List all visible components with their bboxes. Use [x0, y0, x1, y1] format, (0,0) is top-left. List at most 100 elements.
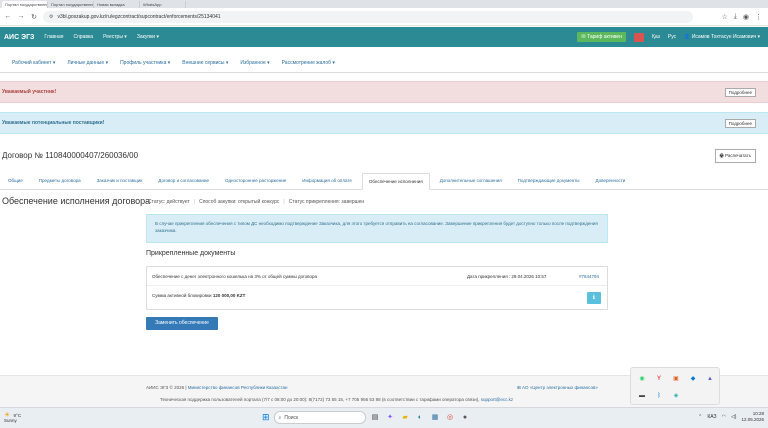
teams-icon[interactable]: ▲: [702, 371, 718, 387]
docs-title: Прикрепленные документы: [146, 250, 236, 257]
taskbar-search[interactable]: ⌕ Поиск: [273, 411, 366, 424]
location-icon[interactable]: ◆: [685, 371, 701, 387]
print-label: Распечатать: [725, 153, 751, 158]
lang-rus[interactable]: Рус: [668, 34, 676, 40]
doc-row: Обеспечение с денег электронного кошельк…: [147, 267, 607, 286]
taskbar: ☀ 9°C Sunny ⊞ ⌕ Поиск ▤ ✦ ▰ ◐ ▦ ◎ ● ⌃ КА…: [0, 407, 768, 428]
yandex-icon[interactable]: Y: [651, 371, 667, 387]
app-icon[interactable]: ●: [460, 412, 471, 423]
status-text: Статус: действует: [148, 199, 190, 205]
volume-icon[interactable]: ◁): [731, 414, 737, 420]
suppliers-alert: Уважаемые потенциальные поставщики! Подр…: [0, 112, 768, 134]
submenu-external-services[interactable]: Внешние сервисы ▾: [182, 60, 228, 66]
browser-tab[interactable]: Новая вкладка: [94, 1, 140, 8]
site-info-icon[interactable]: ⚙: [49, 14, 53, 20]
tab-general[interactable]: Общие: [2, 173, 29, 189]
more-button[interactable]: Подробнее: [724, 119, 756, 128]
document-icon[interactable]: ▣: [668, 371, 684, 387]
tab-supporting-docs[interactable]: Подтверждающие документы: [512, 173, 586, 189]
tariff-label: Тариф активен: [587, 34, 622, 40]
purchase-method: Способ закупки: открытый конкурс: [199, 199, 280, 205]
ministry-link[interactable]: Министерство финансов Республики Казахст…: [188, 385, 288, 390]
submenu-personal-data[interactable]: Личные данные ▾: [67, 60, 108, 66]
task-view-icon[interactable]: ▤: [370, 412, 381, 423]
app-logo[interactable]: АИС ЭГЗ: [4, 34, 34, 41]
copilot-icon[interactable]: ✦: [385, 412, 396, 423]
doc-link[interactable]: #7844794: [579, 274, 599, 279]
store-icon[interactable]: ▦: [430, 412, 441, 423]
url-input[interactable]: ⚙ v3bl.goszakup.gov.kz/ru/egzcontract/su…: [43, 10, 693, 23]
windows-start-icon[interactable]: ⊞: [262, 412, 270, 423]
search-placeholder: Поиск: [284, 414, 299, 421]
forward-icon[interactable]: →: [16, 13, 26, 20]
taskbar-apps: ⊞ ⌕ Поиск ▤ ✦ ▰ ◐ ▦ ◎ ●: [262, 411, 471, 424]
clock-date: 12.05.2026: [741, 417, 764, 422]
tab-powers-of-attorney[interactable]: Доверенности: [590, 173, 632, 189]
amount-value: 120 000,00 KZT: [212, 293, 246, 298]
tariff-badge[interactable]: ✉ Тариф активен: [577, 32, 626, 42]
weather-text: Sunny: [4, 418, 17, 423]
info-icon[interactable]: ℹ: [587, 292, 601, 304]
wifi-icon[interactable]: ◠: [722, 414, 726, 420]
print-button[interactable]: 🖶 Распечатать: [714, 149, 756, 163]
whatsapp-icon[interactable]: ◉: [634, 371, 650, 387]
doc-name: Обеспечение с денег электронного кошельк…: [152, 274, 317, 279]
browser-tab[interactable]: WhatsApp: [140, 1, 186, 8]
submenu-favorites[interactable]: Избранное ▾: [240, 60, 269, 66]
clock[interactable]: 10:28 12.05.2026: [741, 411, 764, 423]
tab-customer-supplier[interactable]: Заказчик и поставщик: [91, 173, 149, 189]
replace-enforcement-button[interactable]: Заменить обеспечение: [146, 317, 218, 330]
cabinet-submenu: Рабочий кабинет ▾ Личные данные ▾ Профил…: [0, 53, 768, 73]
nav-purchases[interactable]: Закупки ▾: [137, 34, 159, 40]
tab-payment-info[interactable]: Информация об оплате: [296, 173, 358, 189]
section-title: Обеспечение исполнения договора: [2, 196, 151, 206]
nav-help[interactable]: Справка: [73, 34, 93, 40]
status-line: Статус: действует | Способ закупки: откр…: [148, 199, 364, 205]
input-language[interactable]: КАЗ: [707, 414, 716, 420]
tab-contract-approval[interactable]: Договор и согласование: [152, 173, 215, 189]
amount-row: Сумма активной блокировки 120 000,00 KZT: [152, 293, 245, 298]
tab-additional-agreements[interactable]: Дополнительные соглашения: [434, 173, 508, 189]
submenu-workspace[interactable]: Рабочий кабинет ▾: [12, 60, 55, 66]
attach-status: Статус прикрепления: завершен: [288, 199, 365, 205]
separator: |: [193, 199, 196, 205]
support-text: Техническая поддержка пользователей порт…: [160, 397, 480, 402]
weather-widget[interactable]: ☀ 9°C Sunny: [4, 412, 21, 423]
footer-copyright: АИИС ЭГЗ © 2026 | Министерство финансов …: [146, 385, 287, 390]
notice-box: В случае прикрепления обеспечения с типо…: [146, 214, 608, 243]
url-text: v3bl.goszakup.gov.kz/ru/egzcontract/supc…: [57, 13, 221, 20]
back-icon[interactable]: ←: [3, 13, 13, 20]
tab-termination[interactable]: Одностороннее расторжение: [219, 173, 292, 189]
footer-center-link[interactable]: ⊞ АО «Центр электронных финансов»: [517, 385, 598, 391]
user-menu[interactable]: 👤 Исамов Тохтасун Исамович ▾: [684, 34, 760, 40]
lang-kaz[interactable]: Қаз: [652, 34, 660, 40]
edge-icon[interactable]: ◐: [415, 412, 426, 423]
alert-text: Уважаемый участник!: [2, 89, 57, 95]
submenu-complaints[interactable]: Рассмотрение жалоб ▾: [282, 60, 335, 66]
tab-enforcement[interactable]: Обеспечение исполнения: [361, 173, 430, 190]
tray-chevron-icon[interactable]: ⌃: [698, 414, 702, 420]
download-icon[interactable]: ⤓: [734, 13, 737, 21]
copyright-text: АИИС ЭГЗ © 2026 |: [146, 385, 187, 390]
security-icon[interactable]: ◈: [668, 388, 684, 404]
bluetooth-icon[interactable]: ᛒ: [651, 388, 667, 404]
browser-tab[interactable]: Портал государственных зак...: [2, 1, 48, 8]
more-button[interactable]: Подробнее: [724, 88, 756, 97]
notification-icon[interactable]: [633, 32, 644, 42]
separator: |: [283, 199, 285, 205]
ecc-logo-icon: ⊞: [517, 385, 521, 390]
file-explorer-icon[interactable]: ▰: [400, 412, 411, 423]
support-email-link[interactable]: support@ecc.kz: [481, 397, 513, 402]
nav-home[interactable]: Главная: [44, 34, 63, 40]
nav-registries[interactable]: Реестры ▾: [103, 34, 127, 40]
tab-subjects[interactable]: Предметы договора: [33, 173, 87, 189]
menu-dots-icon[interactable]: ⋮: [755, 13, 762, 21]
submenu-participant-profile[interactable]: Профиль участника ▾: [120, 60, 170, 66]
alert-text: Уважаемые потенциальные поставщики!: [2, 120, 105, 126]
printer-icon[interactable]: ▬: [634, 388, 650, 404]
profile-icon[interactable]: ◉: [743, 13, 749, 21]
bookmark-star-icon[interactable]: ☆: [722, 13, 728, 21]
browser-tab[interactable]: Портал государственных зак...: [48, 1, 94, 8]
chrome-icon[interactable]: ◎: [445, 412, 456, 423]
reload-icon[interactable]: ↻: [29, 13, 39, 21]
